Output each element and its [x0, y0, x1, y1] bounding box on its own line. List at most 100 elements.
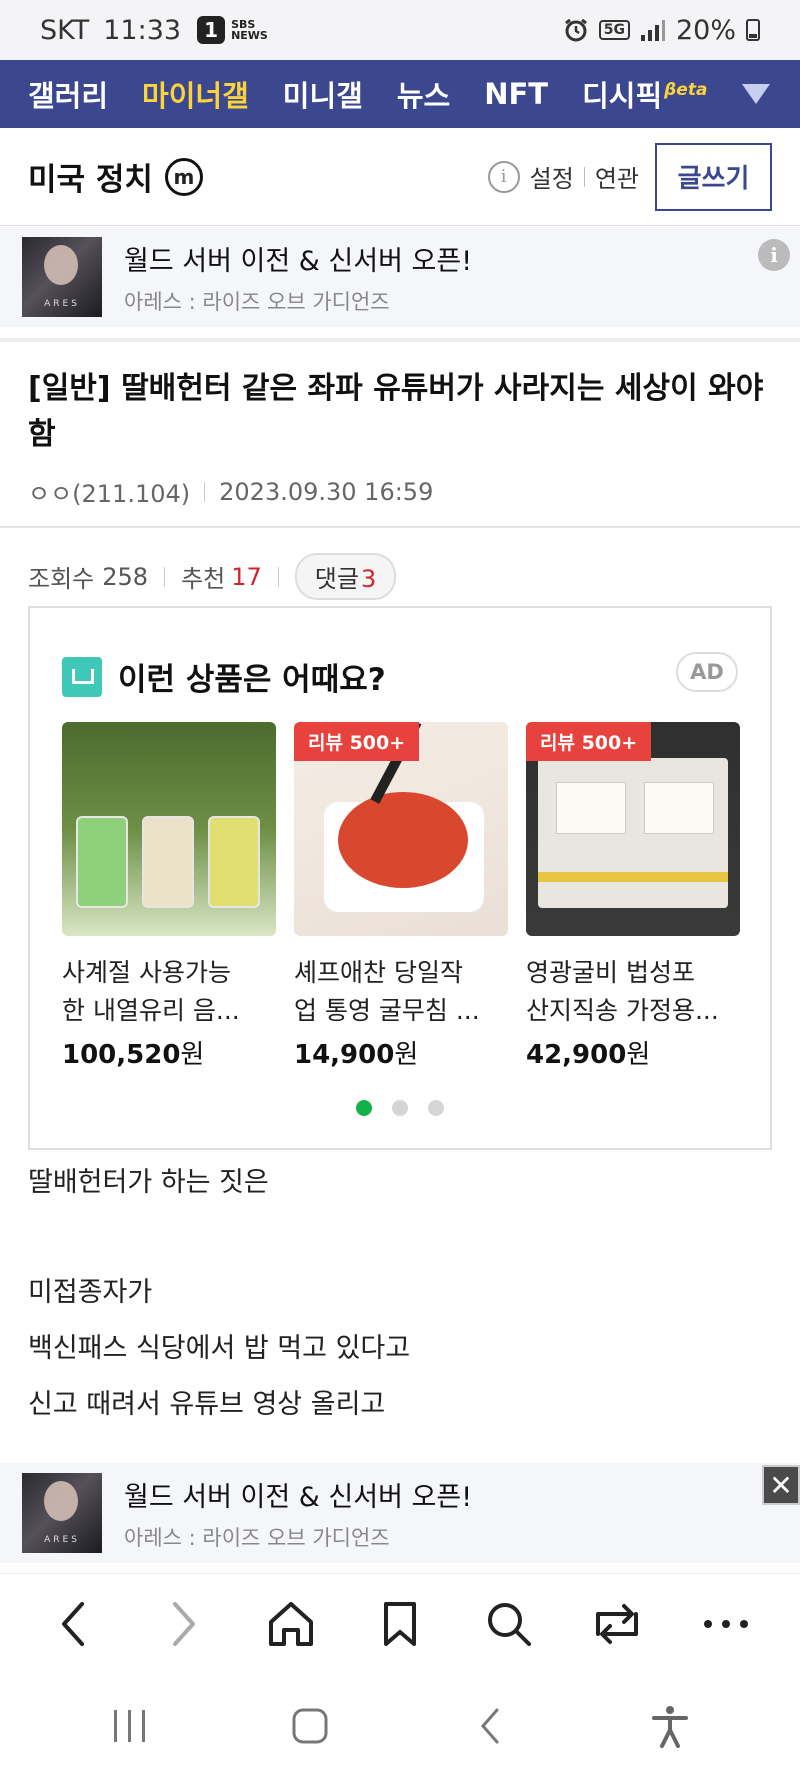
ad-info-icon[interactable]: i	[758, 239, 790, 271]
nav-tab-dcpick-label: 디시픽	[582, 79, 663, 113]
clock: 11:33	[103, 14, 182, 46]
product-ad-heading: 이런 상품은 어때요?	[118, 662, 386, 698]
board-header: 미국 정치 m i 설정 연관 글쓰기	[0, 128, 800, 226]
ad-subtitle: 아레스 : 라이즈 오브 가디언즈	[124, 289, 390, 314]
forward-icon[interactable]	[153, 1594, 213, 1654]
views-count: 258	[102, 562, 149, 591]
top-ad-banner[interactable]: ARES 월드 서버 이전 & 신서버 오픈! 아레스 : 라이즈 오브 가디언…	[0, 227, 800, 327]
gallery-nav: 갤러리 마이너갤 미니갤 뉴스 NFT 디시픽 βeta	[0, 60, 800, 128]
post-author[interactable]: ㅇㅇ(211.104)	[28, 474, 190, 509]
home-icon[interactable]	[261, 1594, 321, 1654]
write-button[interactable]: 글쓰기	[655, 142, 772, 211]
price-unit: 원	[180, 1040, 205, 1070]
recents-icon[interactable]	[100, 1696, 160, 1756]
status-bar: SKT 11:33 1 SBS NEWS 5G 20%	[0, 0, 800, 60]
post-body-line: 딸배헌터가 하는 짓은	[28, 1167, 269, 1198]
product-card[interactable]: 사계절 사용가능 한 내열유리 음... 100,520원	[62, 722, 276, 1071]
price-value: 42,900	[526, 1040, 627, 1070]
comments-button[interactable]: 댓글3	[294, 553, 397, 600]
product-carousel: 사계절 사용가능 한 내열유리 음... 100,520원 리뷰 500+ 셰프…	[62, 722, 740, 1071]
product-price: 14,900원	[294, 1034, 508, 1071]
carousel-pagination	[30, 1100, 770, 1116]
post-body-line: 신고 때려서 유튜브 영상 올리고	[28, 1389, 386, 1420]
product-name-line1: 사계절 사용가능	[62, 958, 231, 987]
price-unit: 원	[626, 1040, 651, 1070]
nav-tab-nft[interactable]: NFT	[484, 77, 548, 111]
nav-tab-mini-gallery[interactable]: 미니갤	[283, 73, 363, 115]
notification-badge-icon: 1	[197, 16, 226, 44]
search-icon[interactable]	[479, 1594, 539, 1654]
close-icon[interactable]: ✕	[762, 1465, 800, 1505]
news-label: NEWS	[231, 29, 268, 42]
product-image	[62, 722, 276, 936]
accessibility-icon[interactable]	[640, 1696, 700, 1756]
related-link[interactable]: 연관	[585, 159, 649, 194]
post-meta: ㅇㅇ(211.104) 2023.09.30 16:59	[28, 474, 772, 509]
product-name-line1: 셰프애찬 당일작	[294, 958, 463, 987]
page-dot[interactable]	[428, 1100, 444, 1116]
ad-thumbnail: ARES	[22, 237, 102, 317]
shopping-bag-icon	[62, 656, 102, 697]
board-info-icon[interactable]: i	[487, 160, 520, 193]
views-label: 조회수	[28, 565, 95, 593]
product-name-line2: 한 내열유리 음...	[62, 996, 240, 1025]
ad-thumb-logo: ARES	[44, 299, 80, 309]
sbs-news-icon: SBS NEWS	[231, 19, 268, 41]
nav-dropdown-icon[interactable]	[742, 84, 770, 104]
board-title[interactable]: 미국 정치	[28, 154, 153, 199]
beta-label: βeta	[664, 80, 708, 101]
nav-tab-gallery[interactable]: 갤러리	[28, 73, 108, 115]
post-stats: 조회수 258 추천 17 댓글3	[28, 553, 397, 600]
product-name: 셰프애찬 당일작 업 통영 굴무침 ...	[294, 954, 508, 1030]
post-title: [일반] 딸배헌터 같은 좌파 유튜버가 사라지는 세상이 와야함	[28, 371, 764, 452]
product-name-line2: 산지직송 가정용...	[526, 996, 719, 1025]
signal-icon	[640, 20, 665, 41]
review-badge: 리뷰 500+	[294, 722, 420, 761]
back-icon[interactable]	[44, 1594, 104, 1654]
comments-count: 3	[360, 565, 377, 593]
bottom-ad-banner[interactable]: ARES 월드 서버 이전 & 신서버 오픈! 아레스 : 라이즈 오브 가디언…	[0, 1463, 800, 1563]
recommend-label: 추천	[181, 565, 226, 593]
ad-title: 월드 서버 이전 & 신서버 오픈!	[124, 245, 473, 277]
ad-label[interactable]: AD	[676, 652, 738, 692]
product-card[interactable]: 리뷰 500+ 셰프애찬 당일작 업 통영 굴무침 ... 14,900원	[294, 722, 508, 1071]
nav-tab-news[interactable]: 뉴스	[397, 73, 450, 115]
bookmark-icon[interactable]	[370, 1594, 430, 1654]
product-ad-box: 이런 상품은 어때요? AD 사계절 사용가능 한 내열유리 음... 100,…	[28, 606, 772, 1150]
product-name: 영광굴비 법성포 산지직송 가정용...	[526, 954, 740, 1030]
battery-level: 20%	[675, 14, 736, 46]
ad-thumb-logo: ARES	[44, 1535, 80, 1545]
ad-subtitle: 아레스 : 라이즈 오브 가디언즈	[124, 1525, 390, 1550]
system-back-icon[interactable]	[460, 1696, 520, 1756]
product-name-line2: 업 통영 굴무침 ...	[294, 996, 480, 1025]
price-unit: 원	[394, 1040, 419, 1070]
product-card[interactable]: 리뷰 500+ 영광굴비 법성포 산지직송 가정용... 42,900원	[526, 722, 740, 1071]
network-label: 5G	[598, 20, 630, 40]
page-dot[interactable]	[356, 1100, 372, 1116]
review-badge: 리뷰 500+	[526, 722, 652, 761]
tabs-icon[interactable]	[587, 1594, 647, 1654]
divider	[277, 566, 279, 587]
post-body-line: 백신패스 식당에서 밥 먹고 있다고	[28, 1333, 411, 1364]
ad-thumbnail: ARES	[22, 1473, 102, 1553]
system-nav-bar	[0, 1673, 800, 1778]
product-image: 리뷰 500+	[294, 722, 508, 936]
post-body-line: 미접종자가	[28, 1277, 153, 1308]
product-price: 42,900원	[526, 1034, 740, 1071]
battery-icon	[746, 19, 760, 41]
product-image: 리뷰 500+	[526, 722, 740, 936]
post-date: 2023.09.30 16:59	[219, 477, 434, 506]
ad-title: 월드 서버 이전 & 신서버 오픈!	[124, 1481, 473, 1513]
product-price: 100,520원	[62, 1034, 276, 1071]
product-name-line1: 영광굴비 법성포	[526, 958, 695, 987]
price-value: 100,520	[62, 1040, 181, 1070]
carrier-label: SKT	[40, 14, 90, 46]
settings-link[interactable]: 설정	[520, 159, 584, 194]
nav-tab-minor-gallery[interactable]: 마이너갤	[142, 73, 249, 115]
more-icon[interactable]	[696, 1594, 756, 1654]
divider	[204, 481, 206, 502]
alarm-icon	[564, 18, 587, 42]
page-dot[interactable]	[392, 1100, 408, 1116]
home-button-icon[interactable]	[280, 1696, 340, 1756]
nav-tab-dcpick[interactable]: 디시픽 βeta	[582, 73, 707, 115]
